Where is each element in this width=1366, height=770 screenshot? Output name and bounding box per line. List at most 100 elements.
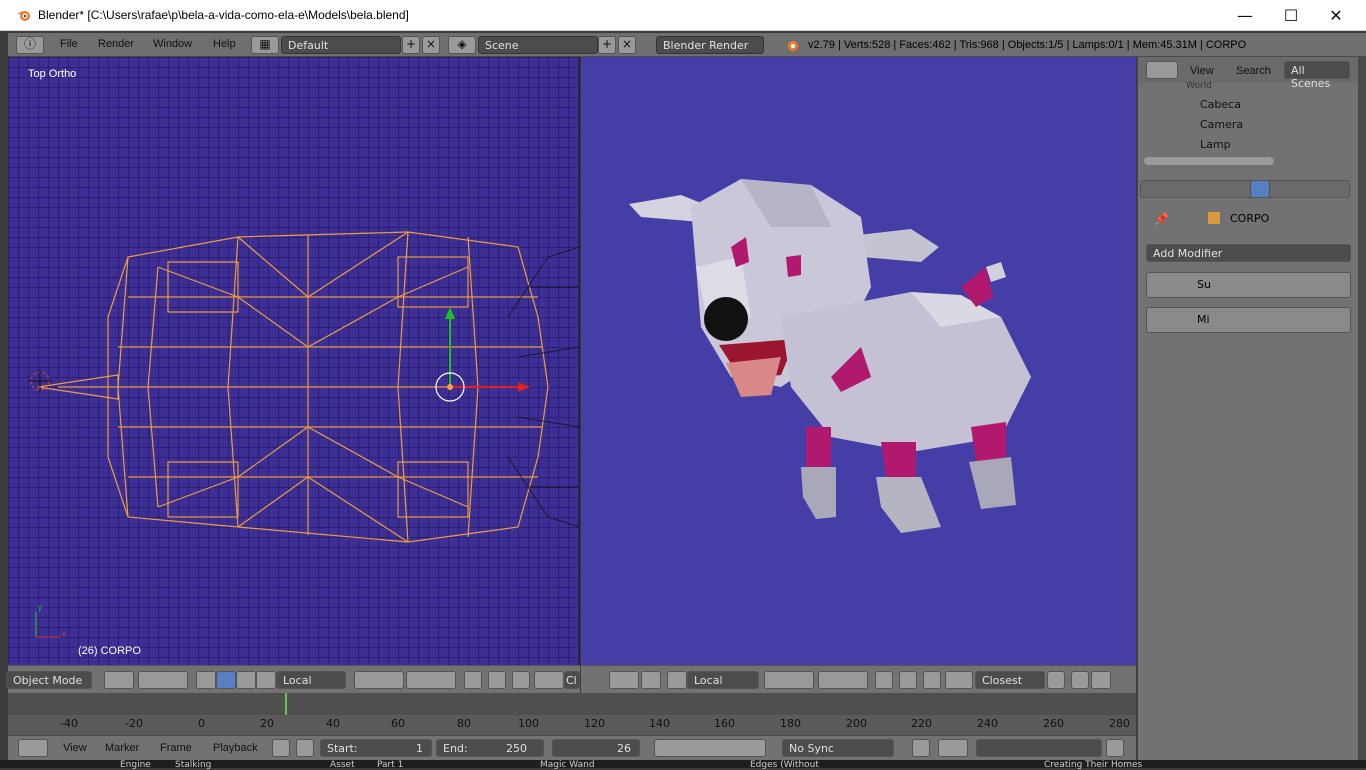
right-snap-element-icon[interactable] [945, 671, 973, 689]
right-snap-icon[interactable] [923, 671, 941, 689]
outliner-display-select[interactable]: All Scenes [1284, 61, 1350, 90]
render-camera-icon[interactable] [1071, 671, 1089, 689]
dog-model-render [629, 179, 1031, 533]
timeline-track[interactable] [8, 693, 1136, 715]
outliner-editor-icon[interactable] [1146, 61, 1178, 79]
right-layers-a-icon[interactable] [764, 671, 814, 689]
scene-icon[interactable]: ◈ [448, 36, 476, 54]
menu-view[interactable]: View [63, 742, 87, 754]
minimize-button[interactable]: — [1222, 0, 1268, 31]
timeline-header: View Marker Frame Playback Start: 1 End:… [8, 735, 1136, 760]
remove-layout-button[interactable]: × [422, 36, 440, 54]
timeline-editor-icon[interactable] [18, 739, 48, 757]
lock-time-icon[interactable] [272, 739, 290, 757]
menu-marker[interactable]: Marker [105, 742, 139, 754]
lock-layers-icon[interactable] [464, 671, 482, 689]
tick-label: 40 [326, 717, 340, 730]
sync-select[interactable]: No Sync [782, 739, 894, 757]
keying-set-field[interactable] [976, 739, 1102, 757]
editor-type-info-icon[interactable]: ⓘ [16, 36, 44, 54]
taskbar-item[interactable]: Magic Wand [540, 760, 595, 770]
preview-range-icon[interactable] [296, 739, 314, 757]
outliner-row-cabeca[interactable]: Cabeca [1138, 95, 1359, 115]
taskbar-item[interactable]: Stalking [175, 760, 211, 770]
right-lock-layers-icon[interactable] [875, 671, 893, 689]
menu-help[interactable]: Help [213, 38, 236, 50]
tick-label: 80 [457, 717, 471, 730]
right-layers-b-icon[interactable] [818, 671, 868, 689]
tick-label: 200 [846, 717, 867, 730]
right-edge-scrollbar[interactable] [1358, 57, 1366, 760]
add-modifier-select[interactable]: Add Modifier [1146, 244, 1351, 262]
outliner-scrollbar[interactable] [1144, 157, 1274, 165]
modifier-subsurf[interactable]: Su [1146, 272, 1351, 298]
start-frame-field[interactable]: Start: 1 [320, 739, 432, 757]
menu-file[interactable]: File [60, 38, 78, 50]
proportional-edit-icon[interactable] [488, 671, 506, 689]
tick-label: 180 [780, 717, 801, 730]
viewport-top-ortho[interactable]: Top Ortho y x (26) CORPO [8, 57, 580, 665]
modifier-tab-wrench-icon[interactable] [1250, 180, 1270, 198]
timeline[interactable]: -40 -20 0 20 40 60 80 100 120 140 160 18… [8, 693, 1136, 735]
menu-playback[interactable]: Playback [213, 742, 258, 754]
add-layout-button[interactable]: + [402, 36, 420, 54]
cut-label[interactable]: Cl [564, 671, 580, 689]
maximize-button[interactable]: ☐ [1268, 0, 1314, 31]
right-manipulator-icon[interactable] [641, 671, 661, 689]
pivot-icon[interactable] [138, 671, 188, 689]
current-frame-marker[interactable] [285, 693, 287, 715]
layers-a-icon[interactable] [354, 671, 404, 689]
keyframe-insert-icon[interactable] [1106, 739, 1124, 757]
render-engine-select[interactable]: Blender Render [656, 36, 764, 54]
snap-target-select[interactable]: Closest [975, 671, 1045, 689]
outliner-row-camera[interactable]: Camera [1138, 115, 1359, 135]
modifier-mirror[interactable]: Mi [1146, 307, 1351, 333]
right-viewport-header: Local Closest [581, 665, 1136, 693]
taskbar-item[interactable]: Edges (Without [750, 760, 819, 770]
pin-icon[interactable]: 📌 [1154, 212, 1169, 226]
keying-icon[interactable] [938, 739, 968, 757]
outliner-view-menu[interactable]: View [1190, 65, 1214, 77]
translate-icon[interactable] [216, 671, 236, 689]
screen-layout-icon[interactable]: ▦ [251, 36, 279, 54]
outliner-search-menu[interactable]: Search [1236, 65, 1271, 77]
current-frame-field[interactable]: 26 [552, 739, 640, 757]
close-window-button[interactable]: ✕ [1313, 0, 1359, 31]
snap-element-icon[interactable] [534, 671, 564, 689]
right-proportional-icon[interactable] [899, 671, 917, 689]
orientation-select[interactable]: Local [276, 671, 346, 689]
viewport-perspective[interactable] [581, 57, 1136, 665]
modifier-name: Mi [1197, 313, 1210, 326]
snap-align-icon[interactable] [1047, 671, 1065, 689]
properties-tab-strip[interactable] [1140, 180, 1350, 198]
playback-controls[interactable] [654, 739, 766, 757]
outliner-row-lamp[interactable]: Lamp [1138, 135, 1359, 155]
layers-b-icon[interactable] [406, 671, 456, 689]
record-icon[interactable] [912, 739, 930, 757]
tick-label: -40 [60, 717, 78, 730]
menu-window[interactable]: Window [153, 38, 192, 50]
taskbar-item[interactable]: Engine [120, 760, 151, 770]
outliner-row-label: Camera [1200, 118, 1244, 131]
menu-render[interactable]: Render [98, 38, 134, 50]
scene-select[interactable]: Scene [478, 36, 598, 54]
remove-scene-button[interactable]: × [618, 36, 636, 54]
menu-frame[interactable]: Frame [160, 742, 192, 754]
mode-select[interactable]: Object Mode [6, 671, 92, 689]
right-translate-icon[interactable] [667, 671, 687, 689]
taskbar-item[interactable]: Asset [330, 760, 355, 770]
snap-icon[interactable] [512, 671, 530, 689]
tick-label: -20 [125, 717, 143, 730]
manipulator-icon[interactable] [196, 671, 216, 689]
add-scene-button[interactable]: + [598, 36, 616, 54]
layout-select[interactable]: Default [281, 36, 401, 54]
viewport-shading-icon[interactable] [104, 671, 134, 689]
end-frame-field[interactable]: End: 250 [436, 739, 544, 757]
right-pivot-icon[interactable] [609, 671, 639, 689]
taskbar-item[interactable]: Creating Their Homes [1044, 760, 1142, 770]
right-orientation-select[interactable]: Local [687, 671, 759, 689]
rotate-icon[interactable] [236, 671, 256, 689]
render-anim-icon[interactable] [1091, 671, 1111, 689]
scale-icon[interactable] [256, 671, 276, 689]
taskbar-item[interactable]: Part 1 [377, 760, 403, 770]
